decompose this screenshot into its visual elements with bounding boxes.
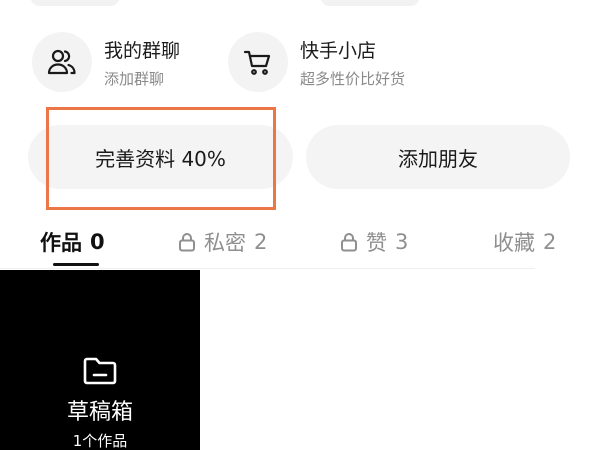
tab-divider: [0, 268, 535, 269]
top-pill-left: [30, 0, 120, 6]
tab-private[interactable]: 私密 2: [178, 224, 267, 260]
tab-label: 作品: [40, 231, 82, 255]
kuaishou-store-subtitle: 超多性价比好货: [300, 70, 406, 88]
active-tab-indicator: [53, 263, 99, 266]
kuaishou-store-title: 快手小店: [300, 40, 377, 62]
tab-label: 赞: [366, 231, 387, 255]
tab-count: 2: [543, 230, 557, 254]
lock-icon: [178, 232, 196, 252]
tab-works[interactable]: 作品 0: [40, 224, 105, 260]
draft-box-count: 1个作品: [72, 432, 128, 450]
tab-likes[interactable]: 赞 3: [340, 224, 408, 260]
group-chat-title: 我的群聊: [104, 40, 181, 62]
top-pill-right: [320, 0, 420, 6]
folder-icon: [82, 356, 118, 390]
lock-icon: [340, 232, 358, 252]
kuaishou-store-shortcut[interactable]: 快手小店 超多性价比好货: [228, 32, 448, 92]
draft-box-title: 草稿箱: [66, 400, 133, 425]
tab-count: 0: [90, 230, 105, 254]
group-chat-icon: [32, 32, 92, 92]
top-strip: [0, 0, 600, 8]
tab-label: 私密: [204, 231, 246, 255]
group-chat-subtitle: 添加群聊: [104, 70, 165, 88]
tab-label: 收藏: [493, 231, 535, 255]
draft-box-tile[interactable]: 草稿箱 1个作品: [0, 270, 200, 450]
group-chat-shortcut[interactable]: 我的群聊 添加群聊: [32, 32, 222, 92]
tab-count: 3: [395, 230, 409, 254]
tab-count: 2: [254, 230, 268, 254]
tab-favorites[interactable]: 收藏 2: [493, 224, 556, 260]
shopping-cart-icon: [228, 32, 288, 92]
complete-profile-button[interactable]: 完善资料 40%: [28, 125, 293, 189]
add-friend-button[interactable]: 添加朋友: [306, 125, 570, 189]
